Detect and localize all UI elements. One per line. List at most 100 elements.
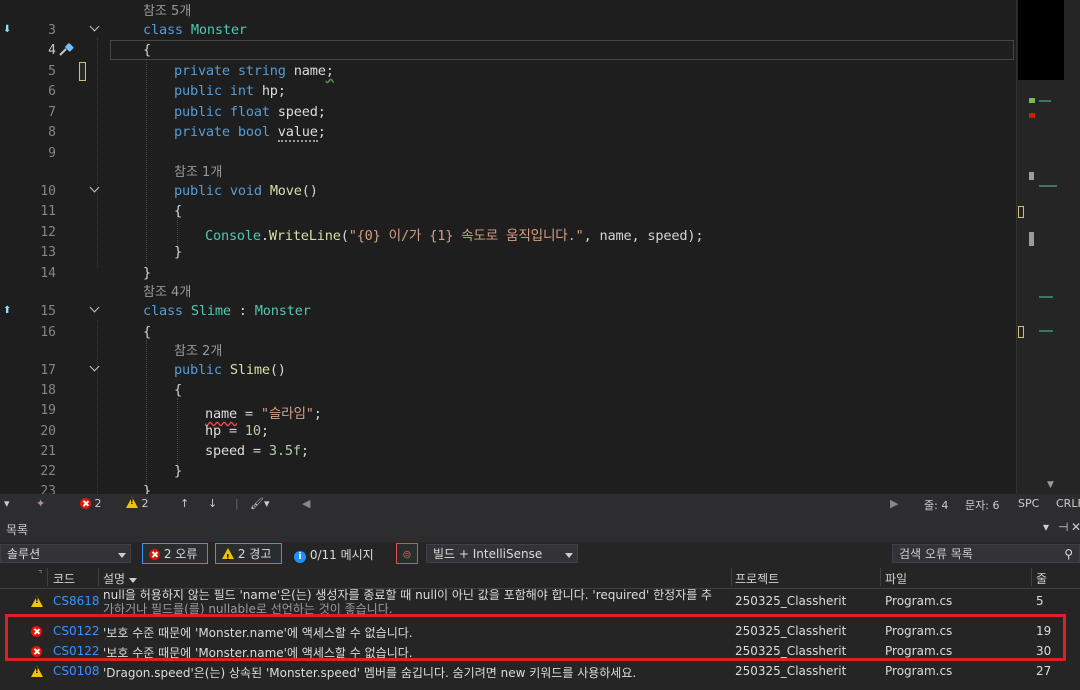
- next-issue-button[interactable]: ↓: [208, 497, 217, 510]
- scroll-right-icon[interactable]: ▶: [890, 497, 898, 510]
- whitespace-indicator[interactable]: SPC: [1018, 497, 1039, 510]
- codelens-monster[interactable]: 참조 5개: [143, 0, 191, 19]
- error-count[interactable]: 2: [80, 497, 102, 510]
- line-indicator[interactable]: 줄: 4: [924, 497, 948, 513]
- separator: |: [235, 497, 239, 510]
- scroll-down-icon[interactable]: ▼: [1047, 480, 1054, 490]
- errors-filter-button[interactable]: 2 오류: [142, 543, 208, 564]
- column-project[interactable]: 프로젝트: [735, 570, 779, 587]
- code-token: {: [143, 324, 151, 340]
- chevron-down-icon: [565, 553, 573, 558]
- codelens-slime[interactable]: 참조 4개: [143, 281, 191, 300]
- scroll-left-icon[interactable]: ◀: [302, 497, 310, 510]
- filter-toggle-button[interactable]: ⊜: [396, 543, 418, 564]
- scope-dropdown[interactable]: 솔루션: [0, 544, 131, 563]
- prev-issue-button[interactable]: ↑: [180, 497, 189, 510]
- code-line[interactable]: 14: [0, 263, 1016, 283]
- fold-chevron-icon[interactable]: [88, 303, 102, 317]
- code-line[interactable]: 7 public float speed;: [0, 102, 1016, 122]
- minimap-marker: [1029, 98, 1035, 103]
- sort-icon[interactable]: ⌝: [38, 570, 42, 580]
- code-token: }: [143, 483, 151, 494]
- column-description[interactable]: 설명: [103, 570, 137, 587]
- messages-filter-button[interactable]: i 0/11 메시지: [294, 546, 374, 563]
- minimap[interactable]: ▼: [1016, 0, 1080, 494]
- code-line[interactable]: 12 Console.WriteLine("{0} 이/가 {1} 속도로 움직입…: [0, 222, 1016, 244]
- column-divider: [98, 568, 99, 586]
- fold-chevron-icon[interactable]: [88, 22, 102, 36]
- code-line[interactable]: 4{: [0, 40, 1016, 60]
- codelens-slime-ctor[interactable]: 참조 2개: [174, 340, 222, 359]
- code-token: public: [174, 362, 230, 378]
- codelens-move[interactable]: 참조 1개: [174, 161, 222, 180]
- code-token: class: [143, 303, 191, 319]
- code-line[interactable]: 6 public int hp;: [0, 81, 1016, 101]
- code-token: public int: [174, 83, 262, 99]
- code-line[interactable]: 11 {: [0, 201, 1016, 221]
- code-line[interactable]: 18 {: [0, 380, 1016, 400]
- error-list-row[interactable]: CS0108'Dragon.speed'은(는) 상속된 'Monster.sp…: [0, 662, 1080, 682]
- column-file[interactable]: 파일: [885, 570, 907, 587]
- column-divider: [47, 568, 48, 586]
- code-line[interactable]: 13}: [0, 242, 1016, 262]
- code-line[interactable]: 10 public void Move(): [0, 181, 1016, 201]
- warning-count-value: 2: [141, 497, 149, 510]
- fold-chevron-icon[interactable]: [88, 183, 102, 197]
- code-token: {: [174, 382, 182, 398]
- copilot-icon[interactable]: ✦: [36, 497, 45, 510]
- column-indicator[interactable]: 문자: 6: [965, 497, 999, 513]
- build-filter-dropdown[interactable]: 빌드 + IntelliSense: [426, 544, 578, 563]
- minimap-code: [1039, 296, 1053, 298]
- column-code[interactable]: 코드: [53, 570, 75, 587]
- code-line[interactable]: 22}: [0, 461, 1016, 481]
- code-line[interactable]: 23}: [0, 481, 1016, 494]
- warnings-filter-label: 2 경고: [237, 547, 272, 561]
- line-ending-indicator[interactable]: CRLF: [1056, 497, 1080, 510]
- code-line[interactable]: 8 private bool value;: [0, 122, 1016, 142]
- fold-chevron-icon[interactable]: [88, 362, 102, 376]
- code-token: (): [269, 362, 286, 378]
- search-error-list-input[interactable]: 검색 오류 목록 ⚲: [892, 544, 1080, 563]
- code-line[interactable]: 17 public Slime(): [0, 360, 1016, 380]
- line-number: 20: [40, 424, 56, 439]
- code-line[interactable]: 5 private string name;: [0, 61, 1016, 81]
- warning-count[interactable]: 2: [126, 497, 149, 510]
- code-line[interactable]: 15 class Slime : Monster: [0, 301, 1016, 321]
- code-line[interactable]: 21 speed = 3.5f;: [0, 441, 1016, 461]
- error-icon: [149, 549, 160, 560]
- code-editor[interactable]: ⬇ ⬆ 참조 5개 참조 1개 참조 4개 참조 2개 3 class Monst…: [0, 0, 1016, 494]
- minimap-viewport[interactable]: [1018, 0, 1064, 80]
- chevron-down-icon: [118, 553, 126, 558]
- search-icon[interactable]: ⚲: [1064, 545, 1073, 564]
- warning-icon: [31, 596, 43, 607]
- code-token: (): [301, 183, 318, 199]
- line-number: 13: [40, 245, 56, 260]
- column-line[interactable]: 줄: [1036, 570, 1047, 587]
- error-code-link[interactable]: CS8618: [53, 594, 100, 608]
- error-project: 250325_Classherit: [735, 664, 847, 678]
- line-number: 22: [40, 464, 56, 479]
- code-line[interactable]: 19 name = "슬라임";: [0, 400, 1016, 422]
- code-line[interactable]: 16 {: [0, 322, 1016, 342]
- zoom-dropdown[interactable]: ▾: [4, 497, 10, 510]
- code-line[interactable]: 20 hp = 10;: [0, 421, 1016, 441]
- code-token: Monster: [190, 22, 247, 38]
- error-code-link[interactable]: CS0108: [53, 664, 100, 678]
- code-token: =: [244, 443, 269, 459]
- close-icon[interactable]: ✕: [1071, 520, 1080, 534]
- code-token: =: [220, 423, 245, 439]
- warnings-filter-button[interactable]: 2 경고: [215, 543, 282, 568]
- code-line[interactable]: 9: [0, 143, 1016, 163]
- code-text: {: [143, 42, 151, 58]
- cleanup-brush-icon[interactable]: 🖌▾: [250, 497, 270, 510]
- errors-filter-label: 2 오류: [163, 547, 198, 561]
- error-list-row[interactable]: CS8618null을 허용하지 않는 필드 'name'은(는) 생성자를 종…: [0, 588, 1080, 616]
- code-text: {: [174, 382, 182, 398]
- code-text: public int hp;: [174, 83, 286, 99]
- pin-icon[interactable]: ⊣: [1058, 520, 1068, 534]
- window-menu-icon[interactable]: ▾: [1043, 520, 1049, 534]
- line-number: 6: [48, 84, 56, 99]
- warning-icon: [126, 497, 138, 508]
- code-text: private bool value;: [174, 124, 326, 142]
- code-line[interactable]: 3 class Monster: [0, 20, 1016, 40]
